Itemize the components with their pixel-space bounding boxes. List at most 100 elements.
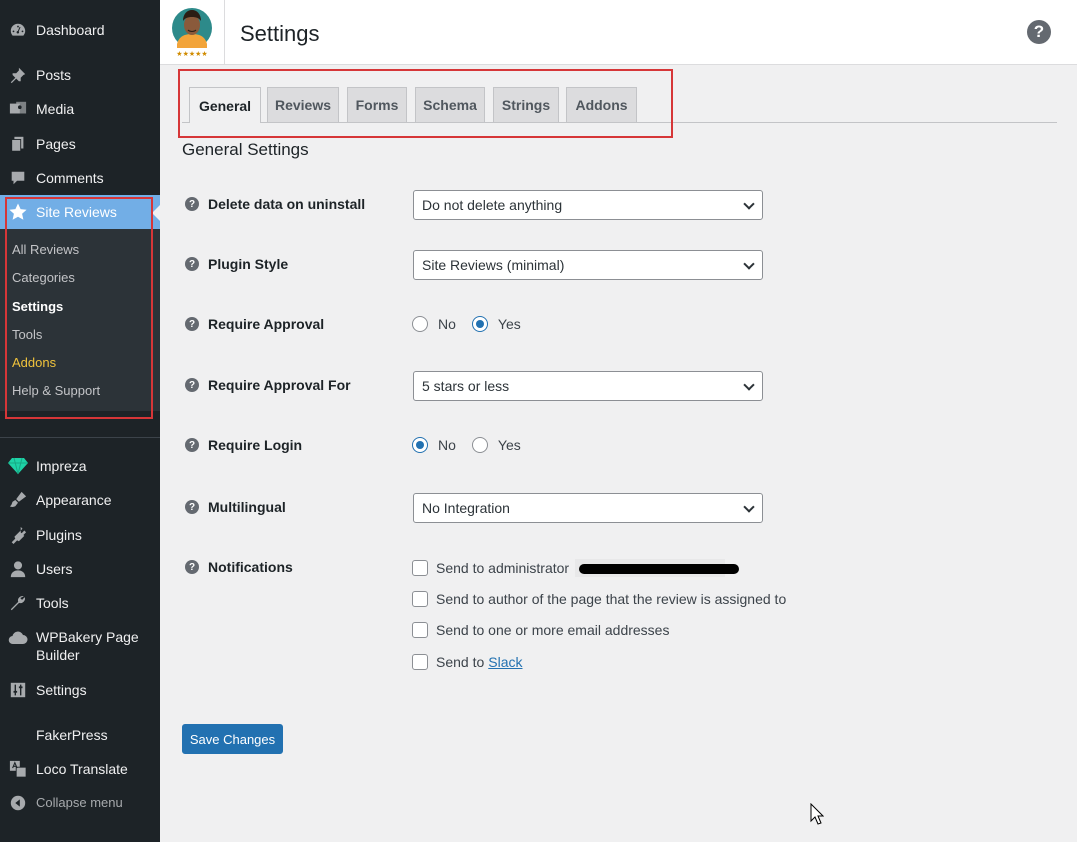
help-tooltip-icon[interactable]: ? [185,197,199,211]
chevron-down-icon [743,379,755,391]
radio-label: No [438,316,456,332]
radio-require-login-yes[interactable] [471,437,488,453]
sidebar-item-impreza[interactable]: Impreza [0,449,160,483]
radio-label: Yes [497,316,521,332]
chevron-down-icon [743,198,755,210]
settings-tabs: General Reviews Forms Schema Strings Add… [182,87,1057,123]
submenu-item-categories[interactable]: Categories [12,270,75,285]
tab-strings[interactable]: Strings [493,87,559,122]
sidebar-item-media[interactable]: Media [0,92,160,126]
help-tooltip-icon[interactable]: ? [185,317,199,331]
sidebar-item-fakerpress[interactable]: FakerPress [0,718,160,752]
diamond-icon [8,456,28,476]
radio-require-approval-yes[interactable] [471,316,488,332]
sidebar-item-label: Appearance [36,492,112,508]
sidebar-item-appearance[interactable]: Appearance [0,483,160,517]
help-tooltip-icon[interactable]: ? [185,438,199,452]
sidebar-item-site-reviews[interactable]: Site Reviews [0,195,160,229]
sidebar-item-label: Settings [36,682,87,698]
tab-schema[interactable]: Schema [415,87,485,122]
svg-text:★★★★★: ★★★★★ [176,50,207,58]
media-icon [8,99,28,119]
sidebar-item-dashboard[interactable]: Dashboard [0,13,160,47]
sidebar-item-label: Dashboard [36,22,105,38]
wrench-icon [8,593,28,613]
chevron-down-icon [743,501,755,513]
site-reviews-submenu: All Reviews Categories Settings Tools Ad… [0,229,160,411]
field-label-require-login: ? Require Login [185,437,302,453]
radio-require-approval-no[interactable] [412,316,428,332]
require-login-radios: No Yes [412,437,521,453]
checkbox-notify-author[interactable] [412,591,428,607]
submenu-item-all-reviews[interactable]: All Reviews [12,242,79,257]
checkbox-label: Send to [436,654,485,670]
collapse-menu-button[interactable]: Collapse menu [0,786,160,820]
sliders-icon [8,680,28,700]
sidebar-item-label: Loco Translate [36,761,128,777]
sidebar-item-comments[interactable]: Comments [0,161,160,195]
star-icon [8,202,28,222]
checkbox-notify-slack[interactable] [412,654,428,670]
section-title: General Settings [182,140,309,159]
help-icon[interactable]: ? [1027,20,1051,44]
sidebar-item-plugins[interactable]: Plugins [0,518,160,552]
checkbox-label: Send to administrator [436,560,570,576]
label-text: Delete data on uninstall [208,196,366,212]
require-approval-radios: No Yes [412,316,521,332]
notify-emails-row: Send to one or more email addresses [412,622,669,638]
tab-addons[interactable]: Addons [566,87,637,122]
redacted-email [575,559,740,577]
slack-link[interactable]: Slack [488,654,522,670]
select-value: No Integration [422,500,510,516]
dashboard-icon [8,20,28,40]
notify-slack-row: Send to Slack [412,654,523,670]
checkbox-label: Send to author of the page that the revi… [436,591,787,607]
pin-icon [8,65,28,85]
checkbox-notify-admin[interactable] [412,560,428,576]
multilingual-select[interactable]: No Integration [413,493,763,523]
delete-data-select[interactable]: Do not delete anything [413,190,763,220]
tab-general[interactable]: General [189,87,261,123]
label-text: Plugin Style [208,256,289,272]
help-tooltip-icon[interactable]: ? [185,257,199,271]
radio-label: No [438,437,456,453]
sidebar-separator [0,437,160,438]
radio-require-login-no[interactable] [412,437,428,453]
submenu-item-settings[interactable]: Settings [12,299,63,314]
tab-reviews[interactable]: Reviews [267,87,339,122]
help-tooltip-icon[interactable]: ? [185,500,199,514]
current-indicator-arrow [152,205,160,221]
user-icon [8,559,28,579]
sidebar-item-posts[interactable]: Posts [0,58,160,92]
submenu-item-addons[interactable]: Addons [12,355,56,370]
cloud-icon [8,628,28,648]
radio-label: Yes [497,437,521,453]
submenu-item-tools[interactable]: Tools [12,327,42,342]
help-tooltip-icon[interactable]: ? [185,378,199,392]
sidebar-item-tools[interactable]: Tools [0,586,160,620]
sidebar-item-pages[interactable]: Pages [0,127,160,161]
sidebar-item-label: Collapse menu [36,795,123,810]
pages-icon [8,134,28,154]
submenu-item-help-support[interactable]: Help & Support [12,383,100,398]
sidebar-item-label: Posts [36,67,72,83]
sidebar-item-users[interactable]: Users [0,552,160,586]
plugin-style-select[interactable]: Site Reviews (minimal) [413,250,763,280]
notify-author-row: Send to author of the page that the revi… [412,591,786,607]
sidebar-item-settings[interactable]: Settings [0,673,160,707]
require-approval-for-select[interactable]: 5 stars or less [413,371,763,401]
sidebar-item-label: Tools [36,595,69,611]
sidebar-item-wpbakery[interactable]: WPBakery Page Builder [0,628,160,664]
translate-icon [8,759,28,779]
sidebar-item-loco-translate[interactable]: Loco Translate [0,752,160,786]
checkbox-label: Send to one or more email addresses [436,622,670,638]
help-tooltip-icon[interactable]: ? [185,560,199,574]
sidebar-item-label: Media [36,101,75,117]
tab-forms[interactable]: Forms [347,87,407,122]
page-title: Settings [240,21,320,46]
checkbox-notify-emails[interactable] [412,622,428,638]
sidebar-item-label: WPBakery Page Builder [36,629,139,663]
save-changes-button[interactable]: Save Changes [182,724,283,754]
field-label-require-approval: ? Require Approval [185,316,324,332]
mouse-cursor-icon [810,803,824,825]
